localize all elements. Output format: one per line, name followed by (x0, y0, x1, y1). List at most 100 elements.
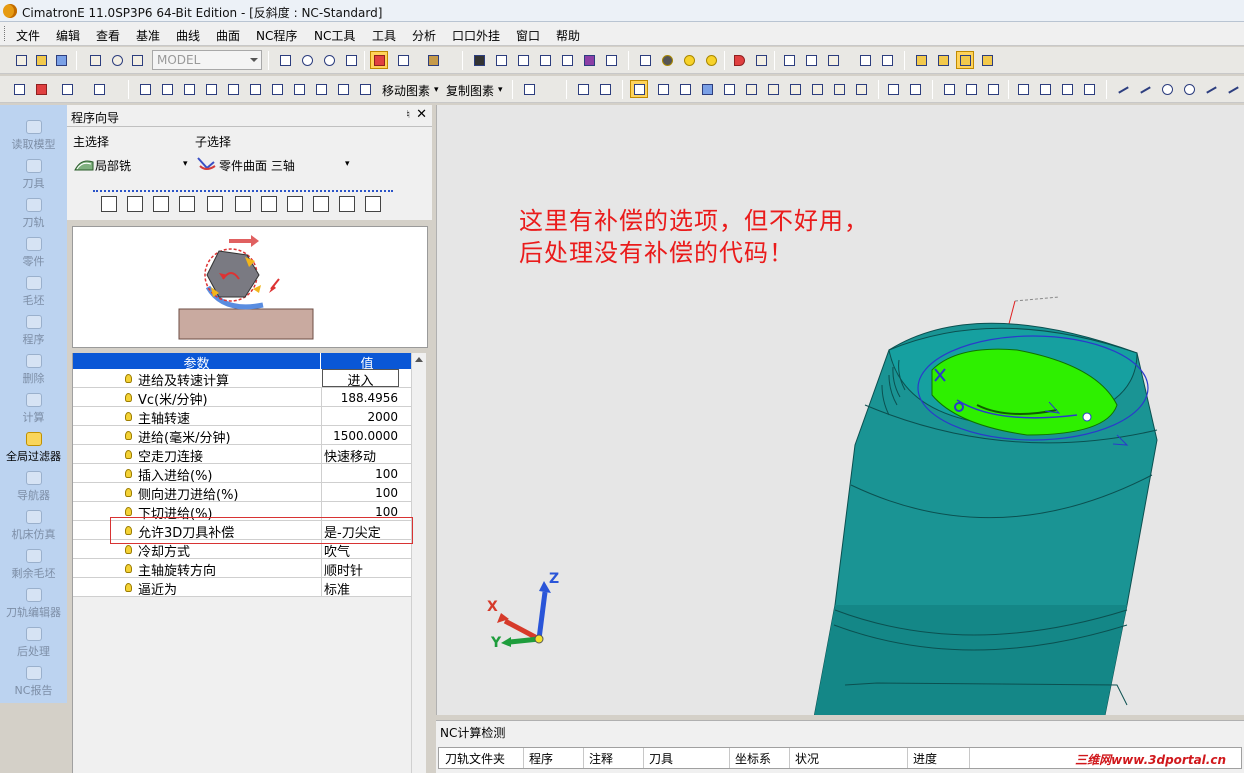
sidebar-item-toolpath[interactable]: 刀轨 (0, 195, 67, 233)
shape-icon[interactable] (786, 80, 804, 98)
offset-icon[interactable] (246, 80, 264, 98)
menu-analysis[interactable]: 分析 (412, 27, 436, 44)
exit-icon[interactable] (365, 196, 381, 212)
table-row[interactable]: 侧向进刀进给(%) 100 (73, 483, 412, 503)
view-right-icon[interactable] (602, 51, 620, 69)
sidebar-item-stock[interactable]: 毛坯 (0, 273, 67, 311)
plane-icon[interactable] (940, 80, 958, 98)
copy-procedure-icon[interactable] (261, 196, 277, 212)
nc-display-icon[interactable] (654, 80, 672, 98)
table-row[interactable]: 进给(毫米/分钟) 1500.0000 (73, 426, 412, 446)
table-row[interactable]: 逼近为 标准 (73, 578, 412, 598)
nc-report-toolbar-icon[interactable] (698, 80, 716, 98)
menu-file[interactable]: 文件 (16, 27, 40, 44)
polyline-icon[interactable] (1136, 80, 1154, 98)
nc-list-icon[interactable] (934, 51, 952, 69)
ucs-icon[interactable] (1014, 80, 1032, 98)
sidebar-item-remaining-stock[interactable]: 剩余毛坯 (0, 546, 67, 584)
boundary-icon[interactable] (984, 80, 1002, 98)
param-value[interactable]: 2000 (322, 410, 412, 424)
param-value[interactable]: 188.4956 (322, 391, 412, 405)
menu-tools[interactable]: 工具 (372, 27, 396, 44)
spline-icon[interactable] (1202, 80, 1220, 98)
column-tool[interactable]: 刀具 (649, 750, 673, 767)
set-display-icon[interactable] (878, 51, 896, 69)
transform-icon[interactable] (136, 80, 154, 98)
parameters-icon[interactable] (179, 196, 195, 212)
circle-icon[interactable] (1158, 80, 1176, 98)
line-icon[interactable] (1114, 80, 1132, 98)
enter-button[interactable]: 进入 (322, 369, 399, 389)
grid-icon[interactable] (824, 51, 842, 69)
check-icon[interactable] (287, 196, 303, 212)
load-icon[interactable] (313, 196, 329, 212)
light-off-icon[interactable] (658, 51, 676, 69)
undo-model-icon[interactable] (108, 51, 126, 69)
sidebar-item-delete[interactable]: 删除 (0, 351, 67, 389)
sub-select-value[interactable]: 零件曲面 三轴 (219, 157, 295, 174)
table-row[interactable]: 冷却方式 吹气 (73, 540, 412, 560)
nc-panel-icon[interactable] (630, 80, 648, 98)
view-bottom-icon[interactable] (558, 51, 576, 69)
save-procedure-icon[interactable] (235, 196, 251, 212)
move-feature-button[interactable]: 移动图素 (382, 82, 430, 99)
select-loop-icon[interactable] (596, 80, 614, 98)
select-chain-icon[interactable] (574, 80, 592, 98)
table-row[interactable]: 主轴转速 2000 (73, 407, 412, 427)
menu-plugins[interactable]: 口口外挂 (452, 27, 500, 44)
sketch-icon[interactable] (884, 80, 902, 98)
column-progress[interactable]: 进度 (913, 750, 937, 767)
param-value[interactable]: 100 (322, 505, 412, 519)
sub-select-caret-icon[interactable]: ▾ (345, 159, 350, 169)
arrow-left-icon[interactable] (730, 51, 748, 69)
zoom-dynamic-icon[interactable] (320, 51, 338, 69)
arrow-right-icon[interactable] (752, 51, 770, 69)
menu-curve[interactable]: 曲线 (176, 27, 200, 44)
copy-feature-caret-icon[interactable]: ▾ (498, 85, 503, 95)
param-value[interactable]: 快速移动 (322, 446, 412, 465)
param-value[interactable]: 是-刀尖定 (322, 522, 412, 541)
table-row[interactable]: 插入进给(%) 100 (73, 464, 412, 484)
copy-icon[interactable] (290, 80, 308, 98)
zoom-all-icon[interactable] (276, 51, 294, 69)
arc-icon[interactable] (1180, 80, 1198, 98)
ucs-rotate-icon[interactable] (1080, 80, 1098, 98)
zoom-window-icon[interactable] (298, 51, 316, 69)
menu-window[interactable]: 窗口 (516, 27, 540, 44)
menu-view[interactable]: 查看 (96, 27, 120, 44)
surface-icon[interactable] (962, 80, 980, 98)
menu-grip-handle[interactable] (4, 26, 7, 41)
sidebar-item-toolpath-editor[interactable]: 刀轨编辑器 (0, 585, 67, 623)
geometry-icon[interactable] (153, 196, 169, 212)
menu-nc-tools[interactable]: NC工具 (314, 27, 355, 44)
mirror-icon[interactable] (180, 80, 198, 98)
sidebar-item-navigator[interactable]: 导航器 (0, 468, 67, 506)
move-icon[interactable] (356, 80, 374, 98)
tool-icon[interactable] (742, 80, 760, 98)
menu-nc-program[interactable]: NC程序 (256, 27, 297, 44)
project-icon[interactable] (312, 80, 330, 98)
param-value[interactable]: 吹气 (322, 541, 412, 560)
offset-curve-icon[interactable] (1224, 80, 1242, 98)
holder-icon[interactable] (764, 80, 782, 98)
pick-mode-icon[interactable] (90, 80, 108, 98)
help-icon[interactable] (720, 80, 738, 98)
view-front-icon[interactable] (492, 51, 510, 69)
table-row[interactable]: 空走刀连接 快速移动 (73, 445, 412, 465)
view-iso-icon[interactable] (470, 51, 488, 69)
param-value[interactable]: 100 (322, 486, 412, 500)
new-file-icon[interactable] (12, 51, 30, 69)
sidebar-item-read-model[interactable]: 读取模型 (0, 117, 67, 155)
pan-icon[interactable] (342, 51, 360, 69)
table-row[interactable]: 进给及转速计算 进入 (73, 369, 412, 389)
table-row[interactable]: 允许3D刀具补偿 是-刀尖定 (73, 521, 412, 541)
view-top-icon[interactable] (536, 51, 554, 69)
close-icon[interactable]: ✕ (416, 107, 427, 122)
move-feature-caret-icon[interactable]: ▾ (434, 85, 439, 95)
table-row[interactable]: 下切进给(%) 100 (73, 502, 412, 522)
table-row[interactable]: 主轴旋转方向 顺时针 (73, 559, 412, 579)
shaded-view-icon[interactable] (370, 51, 388, 69)
tool-select-icon[interactable] (127, 196, 143, 212)
points-icon[interactable] (780, 51, 798, 69)
scroll-up-icon[interactable] (415, 357, 423, 362)
